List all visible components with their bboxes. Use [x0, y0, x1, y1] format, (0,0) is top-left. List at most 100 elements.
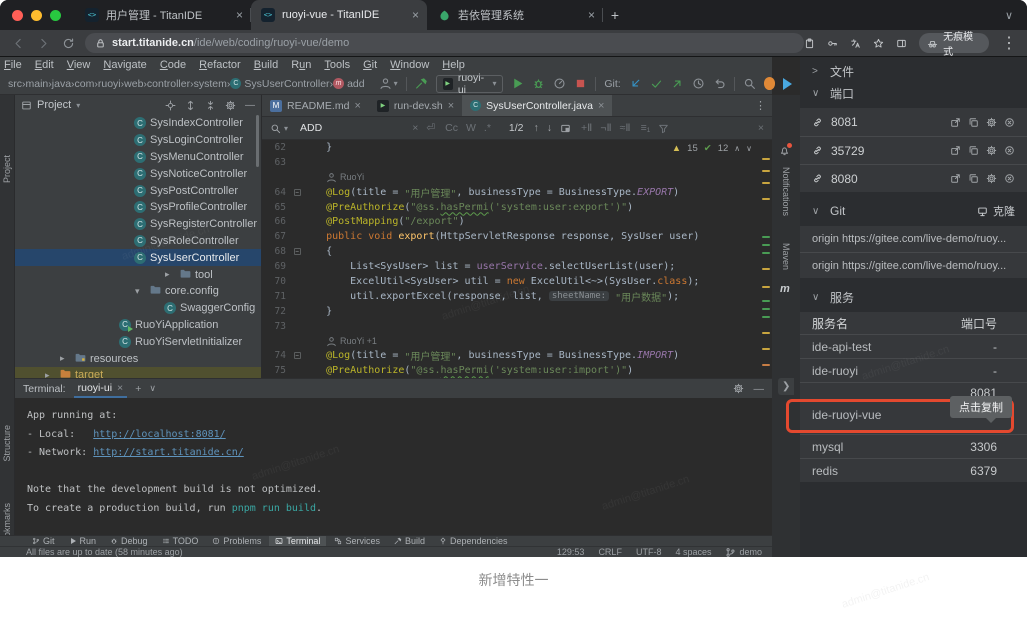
port-row[interactable]: 8080: [800, 164, 1027, 192]
debug-button[interactable]: [532, 77, 545, 90]
tree-item-sysregistercontroller[interactable]: CSysRegisterController: [15, 216, 261, 233]
key-icon[interactable]: [827, 38, 838, 49]
toolwindow-todo[interactable]: TODO: [156, 536, 205, 547]
breadcrumb-item[interactable]: web: [124, 78, 143, 90]
next-occurrence-icon[interactable]: ↓: [547, 122, 552, 134]
preserve-case-icon[interactable]: ≈Ⅱ: [620, 122, 631, 134]
minimize-terminal-icon[interactable]: —: [754, 383, 765, 395]
star-icon[interactable]: [873, 38, 884, 49]
tree-item-core-config[interactable]: ▾core.config: [15, 283, 261, 300]
remove-selection-icon[interactable]: ¬Ⅱ: [600, 122, 611, 134]
browser-tab[interactable]: <>用户管理 - TitanIDE×: [75, 0, 251, 30]
profiler-button[interactable]: [553, 77, 566, 90]
menu-navigate[interactable]: Navigate: [103, 59, 146, 71]
status-segment[interactable]: CRLF: [598, 547, 622, 557]
maven-icon[interactable]: m: [780, 283, 790, 295]
tree-item-tool[interactable]: ▸tool: [15, 266, 261, 283]
project-panel-title[interactable]: Project: [37, 99, 71, 111]
x-circle-icon[interactable]: [1004, 173, 1015, 184]
address-bar[interactable]: start.titanide.cn/ide/web/coding/ruoyi-v…: [85, 33, 804, 53]
external-link-icon[interactable]: [950, 173, 961, 184]
panel-collapse-icon[interactable]: ❯: [778, 378, 794, 395]
clone-button[interactable]: 克隆: [977, 203, 1015, 219]
titan-assistant-icon[interactable]: [764, 77, 776, 90]
breadcrumb-item[interactable]: com: [75, 78, 95, 90]
breadcrumb-item[interactable]: main: [26, 78, 49, 90]
service-row[interactable]: ide-ruoyi-: [800, 358, 1027, 382]
stripe-mark[interactable]: [762, 236, 770, 238]
toolwindow-problems[interactable]: Problems: [206, 536, 267, 547]
git-section-header[interactable]: ∨ Git 克隆: [800, 200, 1027, 222]
search-newline-icon[interactable]: ⏎: [426, 122, 435, 134]
breadcrumb-item[interactable]: src: [8, 78, 22, 90]
tree-item-sysusercontroller[interactable]: CSysUserController: [15, 249, 261, 266]
toolwindow-dependencies[interactable]: Dependencies: [433, 536, 514, 547]
menu-tools[interactable]: Tools: [324, 59, 350, 71]
tool-stripe-notifications[interactable]: Notifications: [781, 167, 791, 216]
tree-item-resources[interactable]: ▸resources: [15, 350, 261, 367]
x-circle-icon[interactable]: [1004, 117, 1015, 128]
tree-expanded-icon[interactable]: ▾: [135, 286, 140, 297]
clipboard-icon[interactable]: [804, 38, 815, 49]
files-section-header[interactable]: > 文件: [800, 60, 1027, 82]
terminal-link[interactable]: http://start.titanide.cn/: [93, 447, 244, 458]
menu-file[interactable]: File: [4, 59, 22, 71]
code-editor[interactable]: 62 }63RuoYi64− @Log(title = "用户管理", busi…: [262, 140, 772, 378]
tree-item-target[interactable]: ▸target: [15, 367, 261, 378]
breadcrumb-item[interactable]: java: [52, 78, 71, 90]
toolwindow-terminal[interactable]: Terminal: [269, 536, 326, 547]
tab-overflow-icon[interactable]: ⋮: [755, 95, 772, 116]
filter-lines-icon[interactable]: ≡₁: [641, 122, 651, 134]
fold-icon[interactable]: −: [292, 352, 302, 359]
toolwindow-services[interactable]: Services: [328, 536, 386, 547]
select-all-occurrences-icon[interactable]: [560, 123, 571, 134]
status-segment[interactable]: UTF-8: [636, 547, 662, 557]
menu-help[interactable]: Help: [442, 59, 465, 71]
tab-close-icon[interactable]: ×: [354, 100, 360, 112]
service-row[interactable]: redis6379: [800, 458, 1027, 482]
terminal-output[interactable]: App running at:- Local: http://localhost…: [15, 398, 772, 535]
build-hammer-icon[interactable]: [415, 77, 428, 90]
tree-item-sysprofilecontroller[interactable]: CSysProfileController: [15, 199, 261, 216]
next-problem-icon[interactable]: ∨: [746, 144, 752, 153]
port-row[interactable]: 35729: [800, 136, 1027, 164]
stripe-mark[interactable]: [762, 300, 770, 302]
tab-close-icon[interactable]: ×: [598, 100, 604, 112]
search-query-input[interactable]: ADD: [300, 122, 322, 134]
notifications-bell-icon[interactable]: [779, 145, 790, 156]
stripe-mark[interactable]: [762, 244, 770, 246]
search-everywhere-icon[interactable]: [743, 77, 756, 90]
match-case-toggle[interactable]: Cc: [445, 122, 458, 134]
new-terminal-icon[interactable]: +: [135, 383, 141, 395]
stripe-mark[interactable]: [762, 308, 770, 310]
inspections-widget[interactable]: ▲15 ✔12 ∧ ∨: [672, 143, 752, 154]
collapse-all-icon[interactable]: [205, 100, 216, 111]
editor-tab[interactable]: MREADME.md×: [262, 95, 369, 116]
external-link-icon[interactable]: [950, 145, 961, 156]
fold-icon[interactable]: −: [292, 189, 302, 196]
window-close-button[interactable]: [12, 10, 23, 21]
prev-problem-icon[interactable]: ∧: [734, 144, 740, 153]
toolwindow-build[interactable]: Build: [388, 536, 431, 547]
tree-collapsed-icon[interactable]: ▸: [60, 353, 65, 364]
git-remote-row[interactable]: origin https://gitee.com/live-demo/ruoy.…: [800, 226, 1027, 252]
tab-close-icon[interactable]: ×: [448, 100, 454, 112]
stripe-mark[interactable]: [762, 316, 770, 318]
reload-icon[interactable]: [62, 37, 75, 50]
window-zoom-button[interactable]: [50, 10, 61, 21]
locate-icon[interactable]: [165, 100, 176, 111]
tree-item-syslogincontroller[interactable]: CSysLoginController: [15, 132, 261, 149]
terminal-settings-icon[interactable]: [733, 383, 744, 394]
git-branch-widget[interactable]: demo: [725, 547, 762, 558]
tree-collapsed-icon[interactable]: ▸: [45, 370, 50, 378]
tree-collapsed-icon[interactable]: ▸: [165, 269, 170, 280]
tree-item-syspostcontroller[interactable]: CSysPostController: [15, 182, 261, 199]
user-icon[interactable]: [379, 77, 392, 90]
tool-stripe-project[interactable]: Project: [2, 155, 12, 183]
external-link-icon[interactable]: [950, 117, 961, 128]
terminal-link[interactable]: http://localhost:8081/: [93, 429, 225, 440]
window-minimize-button[interactable]: [31, 10, 42, 21]
toolwindow-run[interactable]: Run: [63, 536, 103, 547]
breadcrumb-item[interactable]: CSysUserController: [230, 78, 329, 90]
service-row-highlighted[interactable]: 8081ide-ruoyi-vue点击复制: [800, 382, 1027, 434]
